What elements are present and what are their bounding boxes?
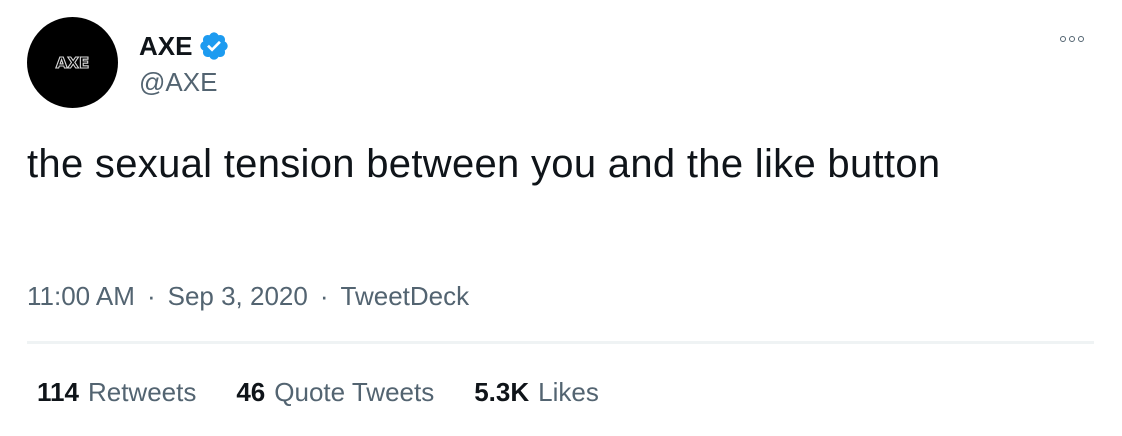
meta-separator: ·	[319, 281, 329, 311]
axe-logo: AXE	[55, 53, 90, 72]
author-display-name[interactable]: AXE	[139, 30, 192, 62]
likes-label: Likes	[538, 377, 599, 407]
tweet-source[interactable]: TweetDeck	[341, 280, 470, 312]
author-name-row: AXE	[139, 30, 230, 62]
more-dot	[1060, 36, 1066, 42]
retweets-stat[interactable]: 114 Retweets	[37, 376, 196, 408]
tweet-meta: 11:00 AM · Sep 3, 2020 · TweetDeck	[27, 280, 469, 312]
avatar[interactable]: AXE	[27, 17, 118, 108]
retweets-label: Retweets	[87, 377, 197, 407]
divider	[27, 341, 1094, 344]
tweet-text: the sexual tension between you and the l…	[27, 142, 941, 186]
verified-badge-icon	[200, 32, 229, 60]
author-handle[interactable]: @AXE	[139, 66, 217, 98]
tweet-time[interactable]: 11:00 AM	[27, 280, 135, 312]
tweet-stats: 114 Retweets 46 Quote Tweets 5.3K Likes	[37, 376, 639, 408]
more-dot	[1078, 36, 1084, 42]
likes-stat[interactable]: 5.3K Likes	[474, 376, 599, 408]
quote-tweets-stat[interactable]: 46 Quote Tweets	[236, 376, 434, 408]
meta-separator: ·	[146, 281, 156, 311]
tweet-card: AXE AXE @AXE the sexual tension between …	[0, 0, 1122, 436]
quote-tweets-count: 46	[236, 377, 266, 407]
more-options-icon[interactable]	[1060, 36, 1084, 42]
tweet-date[interactable]: Sep 3, 2020	[168, 280, 308, 312]
retweets-count: 114	[37, 377, 79, 407]
more-dot	[1069, 36, 1075, 42]
quote-tweets-label: Quote Tweets	[274, 377, 435, 407]
likes-count: 5.3K	[474, 377, 530, 407]
